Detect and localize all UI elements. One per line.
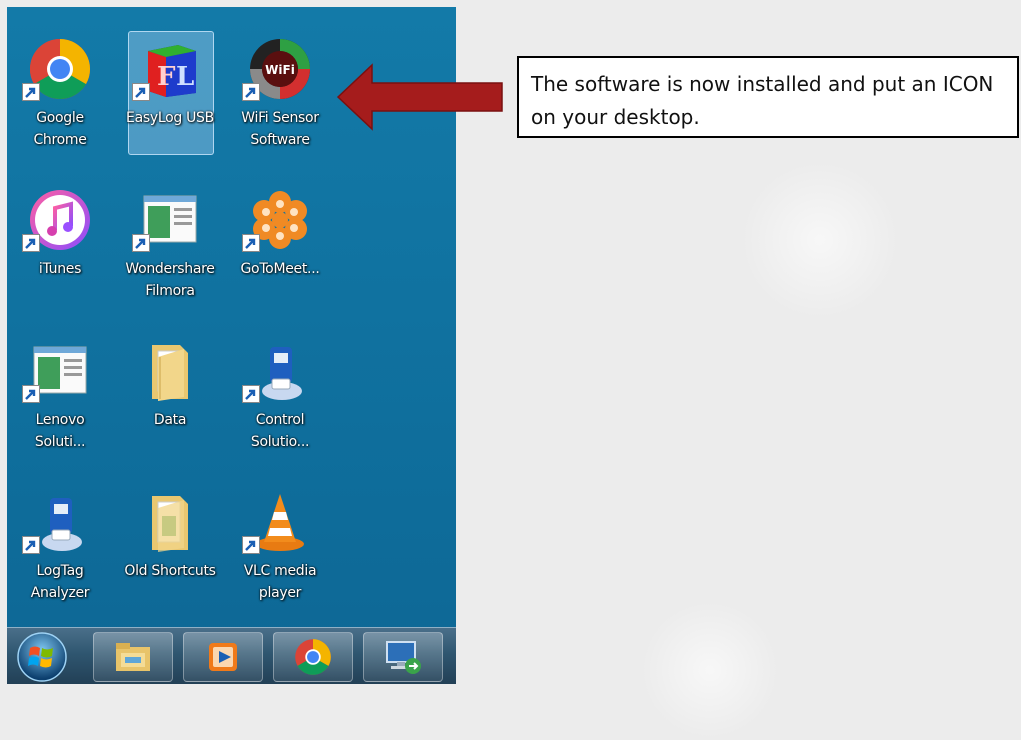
background-glow — [740, 160, 900, 320]
shortcut-arrow-icon — [242, 536, 260, 554]
folder-icon — [138, 490, 202, 554]
icon-label: Data — [153, 412, 187, 428]
icon-label: Lenovo Soluti... — [34, 412, 86, 450]
icon-label: Wondershare Filmora — [125, 261, 215, 299]
taskbar-file-explorer[interactable] — [93, 632, 173, 682]
shortcut-arrow-icon — [242, 385, 260, 403]
old-shortcuts-folder[interactable]: Old Shortcuts — [120, 484, 220, 614]
instruction-callout: The software is now installed and put an… — [517, 56, 1019, 138]
icon-label: iTunes — [38, 261, 82, 277]
icon-label: Old Shortcuts — [124, 563, 216, 579]
icon-label: GoToMeet... — [240, 261, 320, 277]
shortcut-arrow-icon — [132, 83, 150, 101]
annotation-arrow — [336, 63, 503, 131]
icon-label: Google Chrome — [33, 110, 87, 148]
icon-label: Control Solutio... — [250, 412, 310, 450]
shortcut-arrow-icon — [242, 234, 260, 252]
taskbar-chrome[interactable] — [273, 632, 353, 682]
control-solutions-shortcut[interactable]: Control Solutio... — [230, 333, 330, 463]
media-player-icon — [209, 643, 237, 671]
svg-text:WiFi: WiFi — [265, 63, 295, 77]
start-button[interactable] — [15, 630, 69, 684]
shortcut-arrow-icon — [22, 83, 40, 101]
shortcut-arrow-icon — [22, 536, 40, 554]
data-folder[interactable]: Data — [120, 333, 220, 463]
taskbar-remote-desktop[interactable] — [363, 632, 443, 682]
background-glow — [640, 600, 780, 740]
icon-label: VLC media player — [243, 563, 317, 601]
itunes-shortcut[interactable]: iTunes — [10, 182, 110, 312]
folder-icon — [138, 339, 202, 403]
taskbar — [7, 627, 456, 684]
logtag-analyzer-shortcut[interactable]: LogTag Analyzer — [10, 484, 110, 614]
icon-label: WiFi Sensor Software — [241, 110, 319, 148]
shortcut-arrow-icon — [242, 83, 260, 101]
callout-text: The software is now installed and put an… — [531, 72, 994, 129]
svg-text:F: F — [157, 62, 176, 92]
easylog-usb-shortcut[interactable]: F L EasyLog USB — [120, 31, 220, 161]
google-chrome-shortcut[interactable]: Google Chrome — [10, 31, 110, 161]
gotomeeting-shortcut[interactable]: GoToMeet... — [230, 182, 330, 312]
svg-text:L: L — [176, 62, 194, 92]
lenovo-solutions-shortcut[interactable]: Lenovo Soluti... — [10, 333, 110, 463]
remote-desktop-icon — [386, 641, 421, 674]
icon-label: EasyLog USB — [126, 110, 214, 126]
chrome-icon — [295, 639, 331, 675]
shortcut-arrow-icon — [22, 234, 40, 252]
shortcut-arrow-icon — [22, 385, 40, 403]
wifi-sensor-software-shortcut[interactable]: WiFi WiFi Sensor Software — [230, 31, 330, 161]
file-explorer-icon — [116, 643, 150, 671]
wondershare-filmora-shortcut[interactable]: Wondershare Filmora — [120, 182, 220, 312]
vlc-media-player-shortcut[interactable]: VLC media player — [230, 484, 330, 614]
icon-label: LogTag Analyzer — [30, 563, 90, 601]
taskbar-media-player[interactable] — [183, 632, 263, 682]
shortcut-arrow-icon — [132, 234, 150, 252]
